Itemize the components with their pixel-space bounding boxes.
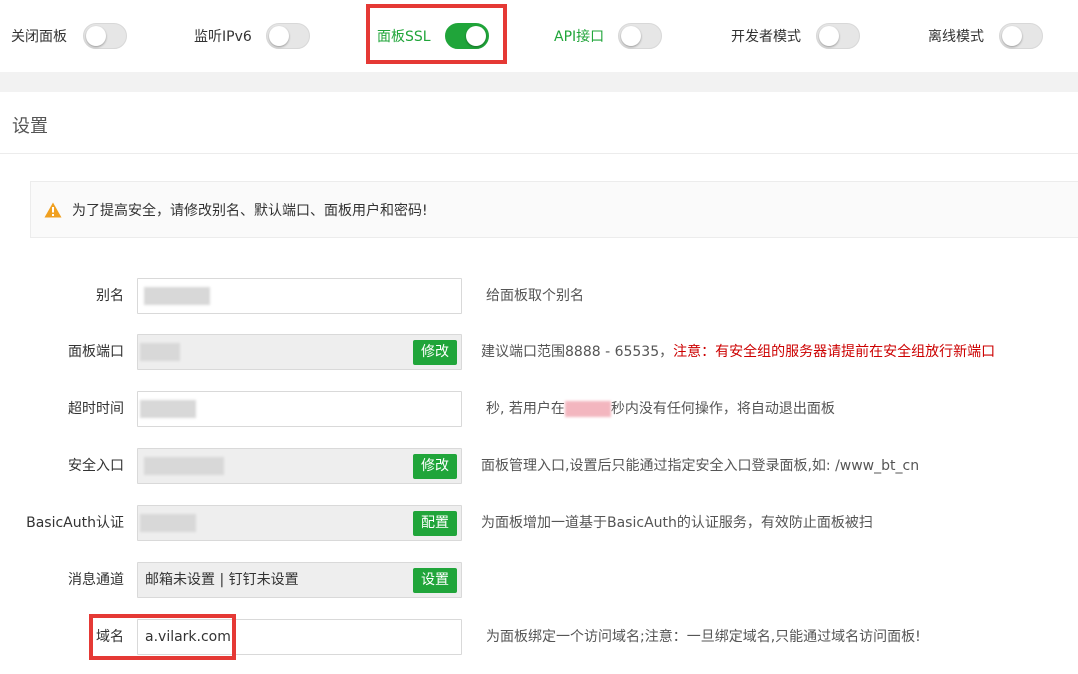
alert-text: 为了提高安全，请修改别名、默认端口、面板用户和密码! xyxy=(72,202,428,219)
close-panel-switch[interactable] xyxy=(83,23,127,49)
toggle-ipv6[interactable]: 监听IPv6 xyxy=(194,0,310,72)
timeout-label: 超时时间 xyxy=(68,401,124,417)
toggle-offline-mode[interactable]: 离线模式 xyxy=(928,0,1043,72)
port-warning-text: 注意：有安全组的服务器请提前在安全组放行新端口 xyxy=(673,344,996,360)
switch-knob xyxy=(621,26,642,46)
security-alert: 为了提高安全，请修改别名、默认端口、面板用户和密码! xyxy=(30,181,1078,238)
message-channel-label: 消息通道 xyxy=(68,572,124,588)
port-input[interactable]: 修改 xyxy=(137,334,462,370)
port-hint: 建议端口范围8888 - 65535，注意：有安全组的服务器请提前在安全组放行新… xyxy=(481,333,995,371)
redacted-value xyxy=(144,457,224,475)
toggle-developer-mode[interactable]: 开发者模式 xyxy=(731,0,860,72)
timeout-hint-before: 秒, 若用户在 xyxy=(486,401,565,417)
basicauth-input[interactable]: 配置 xyxy=(137,505,462,541)
switch-knob xyxy=(465,26,486,46)
alias-label: 别名 xyxy=(96,288,124,304)
timeout-hint: 秒, 若用户在 秒内没有任何操作，将自动退出面板 xyxy=(486,390,835,428)
toggle-label: 开发者模式 xyxy=(731,29,801,45)
offline-mode-switch[interactable] xyxy=(999,23,1043,49)
toggle-api[interactable]: API接口 xyxy=(554,0,663,72)
toggle-label: 监听IPv6 xyxy=(194,29,252,45)
toggle-panel-ssl[interactable]: 面板SSL xyxy=(377,0,489,72)
ipv6-switch[interactable] xyxy=(265,23,310,49)
api-switch[interactable] xyxy=(618,23,663,49)
entrance-label: 安全入口 xyxy=(68,458,124,474)
redacted-value xyxy=(564,401,611,417)
entrance-hint: 面板管理入口,设置后只能通过指定安全入口登录面板,如: /www_bt_cn xyxy=(481,458,920,474)
timeout-hint-after: 秒内没有任何操作，将自动退出面板 xyxy=(610,401,835,417)
toggle-close-panel[interactable]: 关闭面板 xyxy=(11,0,127,72)
setting-row-domain: 域名 a.vilark.com 为面板绑定一个访问域名;注意：一旦绑定域名,只能… xyxy=(0,618,1078,656)
modify-port-button[interactable]: 修改 xyxy=(413,340,457,365)
developer-mode-switch[interactable] xyxy=(816,23,860,49)
modify-entrance-button[interactable]: 修改 xyxy=(413,454,457,479)
message-channel-value: 邮箱未设置 | 钉钉未设置 xyxy=(145,572,299,588)
switch-knob xyxy=(268,26,289,46)
configure-basicauth-button[interactable]: 配置 xyxy=(413,511,457,536)
switch-knob xyxy=(86,26,106,46)
redacted-value xyxy=(144,287,210,305)
setting-row-timeout: 超时时间 秒, 若用户在 秒内没有任何操作，将自动退出面板 xyxy=(0,390,1078,428)
port-label: 面板端口 xyxy=(68,344,124,360)
redacted-value xyxy=(140,400,196,418)
redacted-value xyxy=(140,343,180,361)
setting-row-alias: 别名 给面板取个别名 xyxy=(0,277,1078,315)
domain-input[interactable]: a.vilark.com xyxy=(137,619,462,655)
timeout-input[interactable] xyxy=(137,391,462,427)
setting-row-basicauth: BasicAuth认证 配置 为面板增加一道基于BasicAuth的认证服务，有… xyxy=(0,504,1078,542)
port-hint-text: 建议端口范围8888 - 65535， xyxy=(481,344,674,360)
setting-row-message-channel: 消息通道 邮箱未设置 | 钉钉未设置 设置 xyxy=(0,561,1078,599)
set-message-channel-button[interactable]: 设置 xyxy=(413,568,457,593)
setting-row-port: 面板端口 修改 建议端口范围8888 - 65535，注意：有安全组的服务器请提… xyxy=(0,333,1078,371)
panel-toggle-bar: 关闭面板 监听IPv6 面板SSL API接口 开发者模式 离线模式 xyxy=(0,0,1078,72)
panel-ssl-switch[interactable] xyxy=(444,23,489,49)
domain-hint: 为面板绑定一个访问域名;注意：一旦绑定域名,只能通过域名访问面板! xyxy=(486,629,921,645)
basicauth-hint: 为面板增加一道基于BasicAuth的认证服务，有效防止面板被扫 xyxy=(481,515,873,531)
entrance-input[interactable]: 修改 xyxy=(137,448,462,484)
settings-header: 设置 xyxy=(0,92,1078,154)
message-channel-input[interactable]: 邮箱未设置 | 钉钉未设置 设置 xyxy=(137,562,462,598)
toggle-label: 面板SSL xyxy=(377,29,431,45)
toggle-label: 离线模式 xyxy=(928,29,984,45)
alias-hint: 给面板取个别名 xyxy=(486,288,584,304)
setting-row-entrance: 安全入口 修改 面板管理入口,设置后只能通过指定安全入口登录面板,如: /www… xyxy=(0,447,1078,485)
redacted-value xyxy=(140,514,196,532)
page-title: 设置 xyxy=(12,116,48,137)
domain-label: 域名 xyxy=(96,629,124,645)
section-separator xyxy=(0,72,1078,92)
domain-value: a.vilark.com xyxy=(145,629,231,645)
warning-icon xyxy=(43,200,63,220)
toggle-label: API接口 xyxy=(554,29,605,45)
switch-knob xyxy=(819,26,839,46)
toggle-label: 关闭面板 xyxy=(11,29,67,45)
switch-knob xyxy=(1002,26,1022,46)
basicauth-label: BasicAuth认证 xyxy=(26,515,124,531)
alias-input[interactable] xyxy=(137,278,462,314)
